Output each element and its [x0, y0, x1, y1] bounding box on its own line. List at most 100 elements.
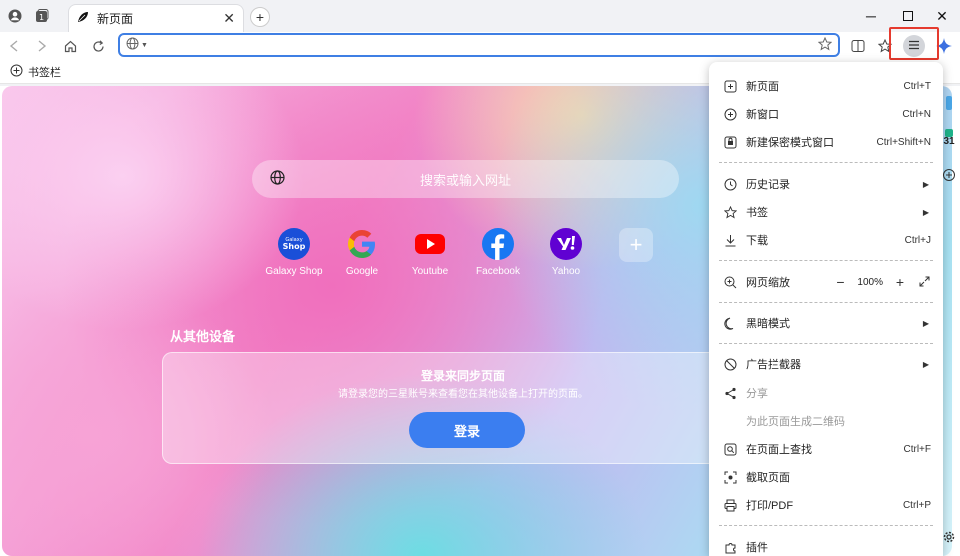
menu-shortcut: Ctrl+T: [903, 80, 932, 92]
title-bar: 1 新页面 ✕ + ─ ✕: [0, 0, 960, 32]
login-button[interactable]: 登录: [409, 412, 525, 448]
new-tab-button[interactable]: +: [250, 7, 270, 27]
menu-label: 黑暗模式: [746, 318, 790, 330]
tab-new-page[interactable]: 新页面 ✕: [68, 4, 244, 32]
sync-description: 请登录您的三星账号来查看您在其他设备上打开的页面。: [338, 389, 588, 400]
menu-shortcut: Ctrl+F: [903, 443, 932, 455]
menu-label: 分享: [746, 388, 768, 400]
home-button[interactable]: [60, 36, 80, 56]
menu-label: 截取页面: [746, 472, 790, 484]
menu-label: 广告拦截器: [746, 359, 801, 371]
print-icon: [723, 498, 737, 512]
menu-item-qr-code[interactable]: 为此页面生成二维码: [709, 410, 943, 432]
toolbar: ▼: [0, 32, 960, 60]
menu-item-print[interactable]: 打印/PDF Ctrl+P: [709, 494, 943, 516]
share-icon: [723, 386, 737, 400]
profile-icon[interactable]: [7, 8, 23, 24]
globe-icon: [270, 170, 285, 188]
bookmark-star-icon[interactable]: [817, 36, 833, 54]
sidebar-peek-icon[interactable]: [942, 96, 956, 110]
galaxy-shop-logo-text2: Shop: [283, 242, 306, 251]
menu-label: 为此页面生成二维码: [746, 416, 845, 428]
menu-shortcut: Ctrl+P: [902, 499, 931, 511]
find-icon: [723, 442, 737, 456]
calendar-icon[interactable]: 31: [942, 134, 956, 148]
menu-item-new-window[interactable]: 新窗口 Ctrl+N: [709, 103, 943, 125]
zoom-out-button[interactable]: −: [833, 274, 847, 290]
shortcut-facebook[interactable]: Facebook: [464, 228, 532, 277]
menu-button[interactable]: [903, 35, 925, 57]
tab-close-icon[interactable]: ✕: [223, 10, 235, 27]
sync-card: 登录来同步页面 请登录您的三星账号来查看您在其他设备上打开的页面。 登录: [162, 352, 762, 464]
submenu-arrow-icon: ▶: [922, 207, 929, 217]
shortcut-youtube[interactable]: Youtube: [396, 228, 464, 277]
split-view-icon[interactable]: [848, 36, 868, 56]
menu-shortcut: Ctrl+N: [902, 108, 931, 120]
menu-shortcut: Ctrl+Shift+N: [876, 136, 931, 148]
bookmarks-bar-label[interactable]: 书签栏: [28, 64, 61, 80]
settings-gear-icon[interactable]: [942, 530, 956, 544]
menu-label: 插件: [746, 542, 768, 554]
menu-item-bookmarks[interactable]: 书签 ▶: [709, 201, 943, 223]
window-close-button[interactable]: ✕: [931, 6, 953, 26]
zoom-controls: − 100% +: [833, 274, 931, 290]
menu-item-downloads[interactable]: 下载 Ctrl+J: [709, 229, 943, 251]
forward-button[interactable]: [32, 36, 52, 56]
menu-item-share[interactable]: 分享: [709, 382, 943, 404]
menu-item-history[interactable]: 历史记录 ▶: [709, 173, 943, 195]
menu-label: 历史记录: [746, 179, 790, 191]
maximize-button[interactable]: [897, 6, 919, 26]
menu-label: 书签: [746, 207, 768, 219]
menu-item-find[interactable]: 在页面上查找 Ctrl+F: [709, 438, 943, 460]
tab-manager-icon[interactable]: 1: [34, 8, 50, 24]
yahoo-icon: [550, 228, 582, 260]
moon-icon: [723, 316, 737, 330]
submenu-arrow-icon: ▶: [922, 318, 929, 328]
sync-title: 登录来同步页面: [420, 369, 505, 383]
globe-icon[interactable]: [126, 37, 139, 53]
menu-item-new-tab[interactable]: 新页面 Ctrl+T: [709, 75, 943, 97]
svg-text:1: 1: [39, 13, 44, 22]
menu-item-dark-mode[interactable]: 黑暗模式 ▶: [709, 312, 943, 334]
shortcut-label: Youtube: [411, 266, 449, 277]
shortcut-label: Galaxy Shop: [265, 266, 323, 277]
zoom-in-button[interactable]: +: [893, 274, 907, 290]
address-input[interactable]: [153, 38, 818, 52]
search-placeholder: 搜索或输入网址: [419, 172, 511, 188]
menu-separator: [719, 260, 933, 261]
menu-item-ad-blocker[interactable]: 广告拦截器 ▶: [709, 353, 943, 375]
add-bookmark-icon[interactable]: [10, 64, 23, 80]
google-icon: [346, 228, 378, 260]
facebook-icon: [482, 228, 514, 260]
menu-separator: [719, 302, 933, 303]
shortcut-galaxy-shop[interactable]: Galaxy Shop Galaxy Shop: [260, 228, 328, 277]
menu-separator: [719, 525, 933, 526]
secret-mode-icon: [723, 135, 737, 149]
tab-title: 新页面: [97, 12, 134, 26]
minimize-button[interactable]: ─: [860, 6, 882, 26]
site-info-dropdown-icon[interactable]: ▼: [141, 42, 148, 49]
youtube-icon: [414, 228, 446, 260]
menu-separator: [719, 162, 933, 163]
menu-item-new-secret-window[interactable]: 新建保密模式窗口 Ctrl+Shift+N: [709, 131, 943, 153]
submenu-arrow-icon: ▶: [922, 179, 929, 189]
menu-shortcut: Ctrl+J: [904, 234, 931, 246]
galaxy-shop-icon: Galaxy Shop: [278, 228, 310, 260]
fullscreen-icon[interactable]: [917, 274, 931, 290]
back-button[interactable]: [4, 36, 24, 56]
address-bar[interactable]: ▼: [118, 33, 840, 57]
reload-button[interactable]: [88, 36, 108, 56]
menu-item-capture[interactable]: 截取页面: [709, 466, 943, 488]
star-icon: [723, 205, 737, 219]
zoom-icon: [723, 275, 737, 289]
other-devices-title: 从其他设备: [170, 329, 236, 344]
menu-item-addons[interactable]: 插件: [709, 536, 943, 556]
submenu-arrow-icon: ▶: [922, 359, 929, 369]
sidebar-add-icon[interactable]: [942, 168, 956, 182]
add-shortcut-button[interactable]: +: [619, 228, 653, 262]
shortcut-yahoo[interactable]: Yahoo: [532, 228, 600, 277]
shortcut-label: Facebook: [476, 266, 520, 277]
search-box[interactable]: 搜索或输入网址: [252, 160, 679, 198]
shortcut-google[interactable]: Google: [328, 228, 396, 277]
main-menu: 新页面 Ctrl+T 新窗口 Ctrl+N 新建保密模式窗口 Ctrl+Shif…: [709, 62, 943, 556]
